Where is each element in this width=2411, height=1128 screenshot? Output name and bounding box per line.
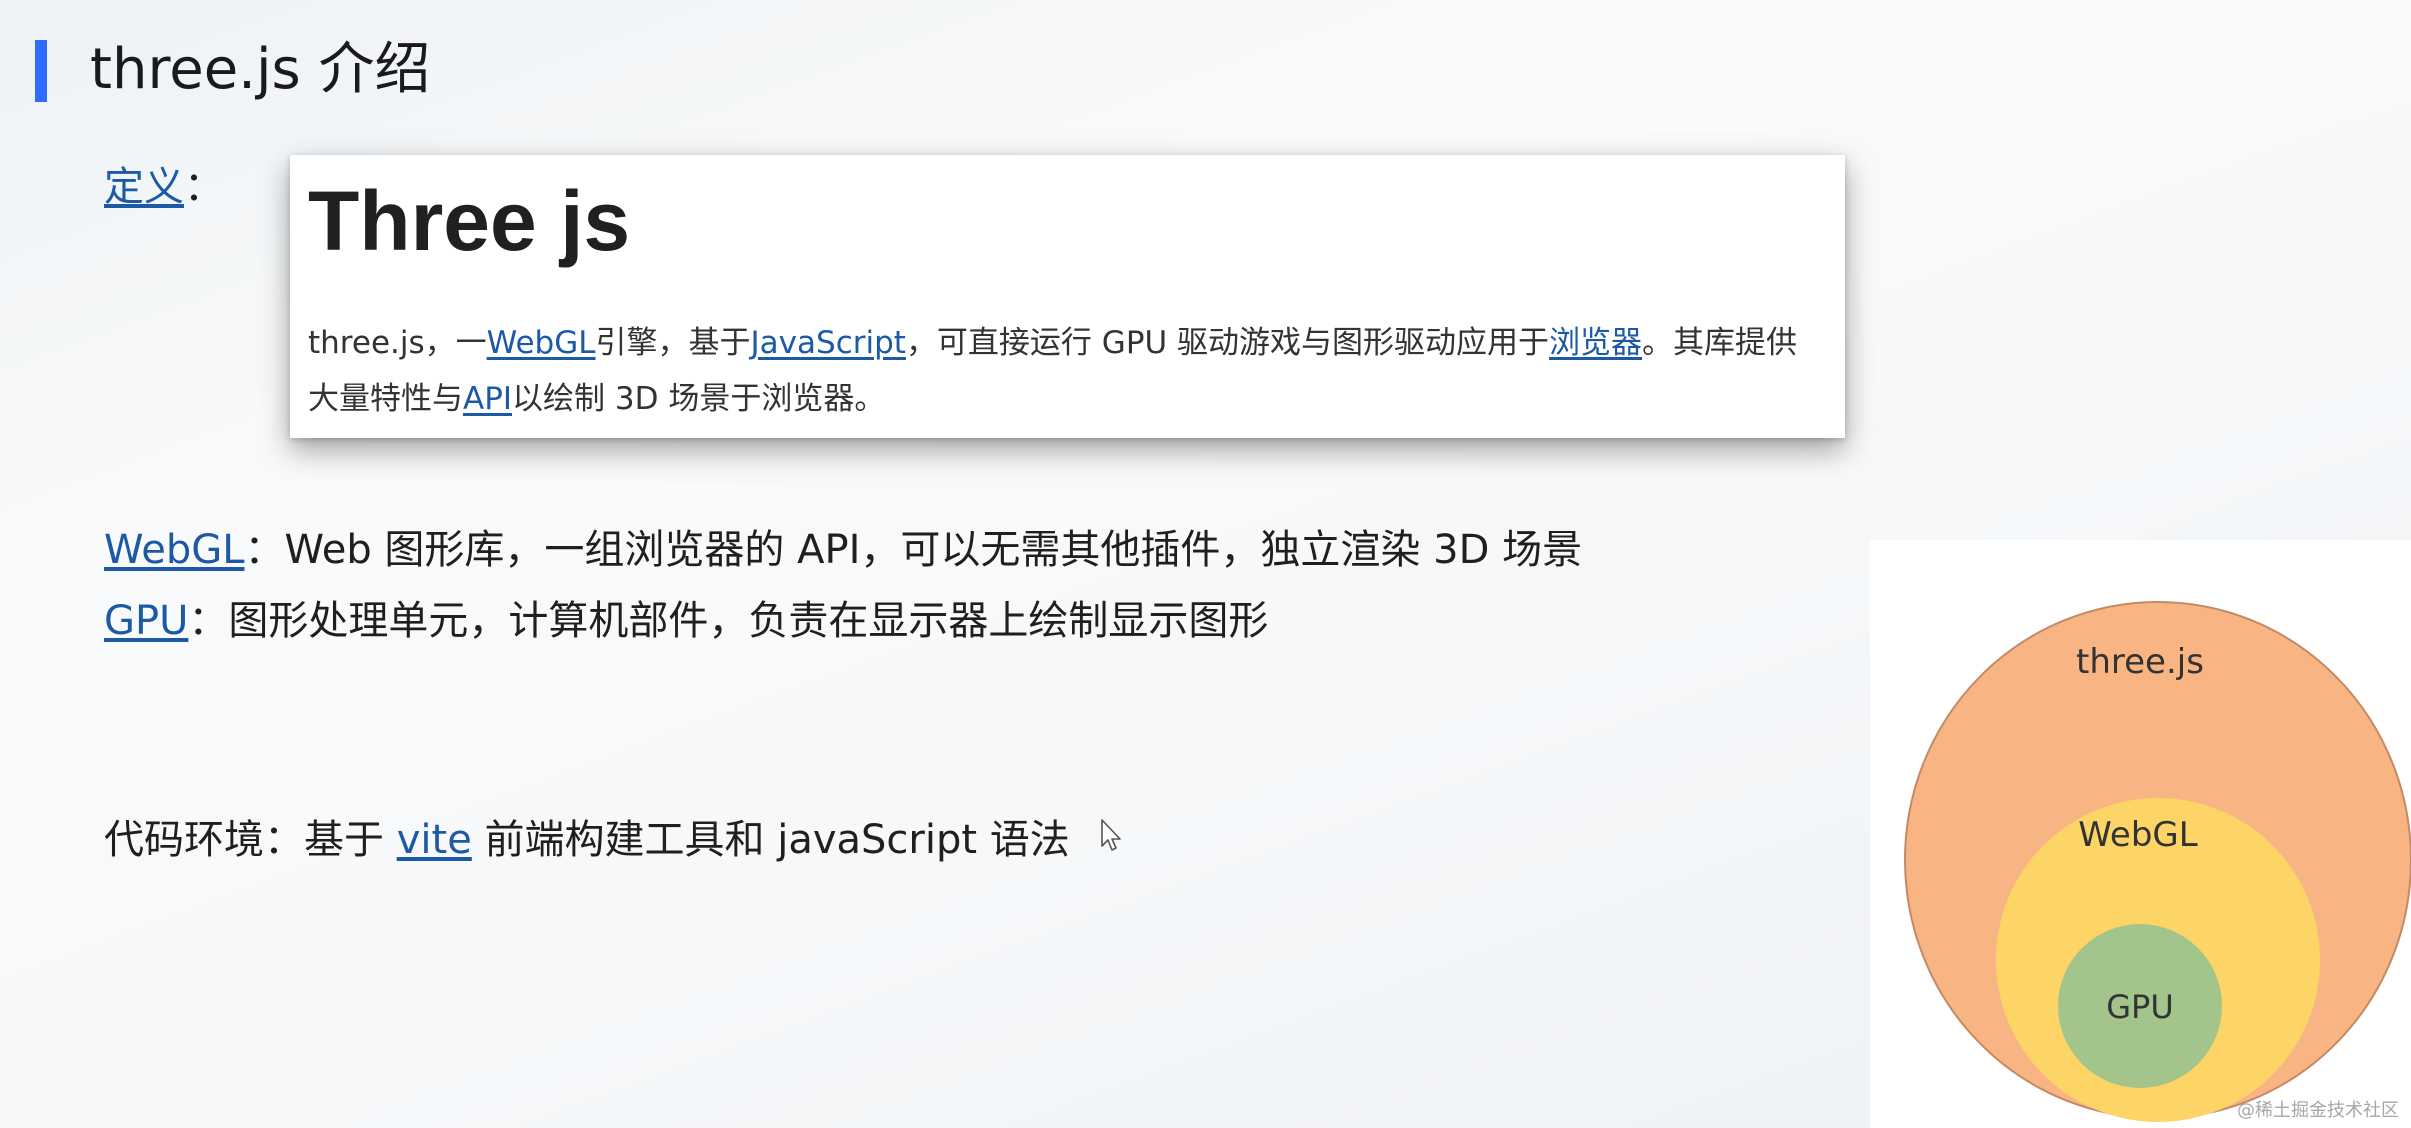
card-description: three.js，一WebGL引擎，基于JavaScript，可直接运行 GPU…: [308, 315, 1828, 427]
card-text-part: 引擎，基于: [595, 325, 751, 361]
javascript-card-link[interactable]: JavaScript: [751, 325, 906, 361]
webgl-card-link[interactable]: WebGL: [487, 325, 596, 361]
webgl-label: WebGL: [2078, 815, 2197, 855]
slide: three.js 介绍 定义： Three js three.js，一WebGL…: [0, 0, 2411, 1128]
environment-prefix: 代码环境：基于: [104, 817, 397, 863]
card-heading: Three js: [308, 174, 631, 268]
gpu-term-link[interactable]: GPU: [104, 598, 188, 644]
definition-colon: ：: [184, 164, 224, 210]
definition-card: Three js three.js，一WebGL引擎，基于JavaScript，…: [290, 155, 1845, 438]
vite-link[interactable]: vite: [397, 817, 472, 863]
gpu-term: GPU：图形处理单元，计算机部件，负责在显示器上绘制显示图形: [104, 589, 1268, 653]
watermark: @稀土掘金技术社区: [2237, 1100, 2399, 1121]
card-text-part: three.js，一: [308, 325, 487, 361]
gpu-label: GPU: [2106, 988, 2174, 1026]
webgl-term-link[interactable]: WebGL: [104, 527, 245, 573]
nested-circles-diagram: three.js WebGL GPU: [1870, 540, 2411, 1128]
browser-card-link[interactable]: 浏览器: [1549, 325, 1642, 361]
card-text-part: ，可直接运行 GPU 驱动游戏与图形驱动应用于: [905, 325, 1550, 361]
threejs-label: three.js: [2076, 642, 2204, 682]
mouse-cursor-icon: [1101, 819, 1121, 851]
webgl-term-description: ：Web 图形库，一组浏览器的 API，可以无需其他插件，独立渲染 3D 场景: [244, 527, 1583, 573]
environment-suffix: 前端构建工具和 javaScript 语法: [471, 817, 1070, 863]
definition-link[interactable]: 定义: [104, 164, 184, 210]
api-card-link[interactable]: API: [463, 381, 512, 417]
definition-label: 定义：: [104, 152, 224, 222]
code-environment: 代码环境：基于 vite 前端构建工具和 javaScript 语法: [104, 808, 1070, 872]
gpu-term-description: ：图形处理单元，计算机部件，负责在显示器上绘制显示图形: [188, 598, 1269, 644]
webgl-term: WebGL：Web 图形库，一组浏览器的 API，可以无需其他插件，独立渲染 3…: [104, 518, 1582, 582]
page-title: three.js 介绍: [90, 37, 431, 102]
title-accent-bar: [35, 40, 47, 102]
card-text-part: 以绘制 3D 场景于浏览器。: [512, 381, 886, 417]
